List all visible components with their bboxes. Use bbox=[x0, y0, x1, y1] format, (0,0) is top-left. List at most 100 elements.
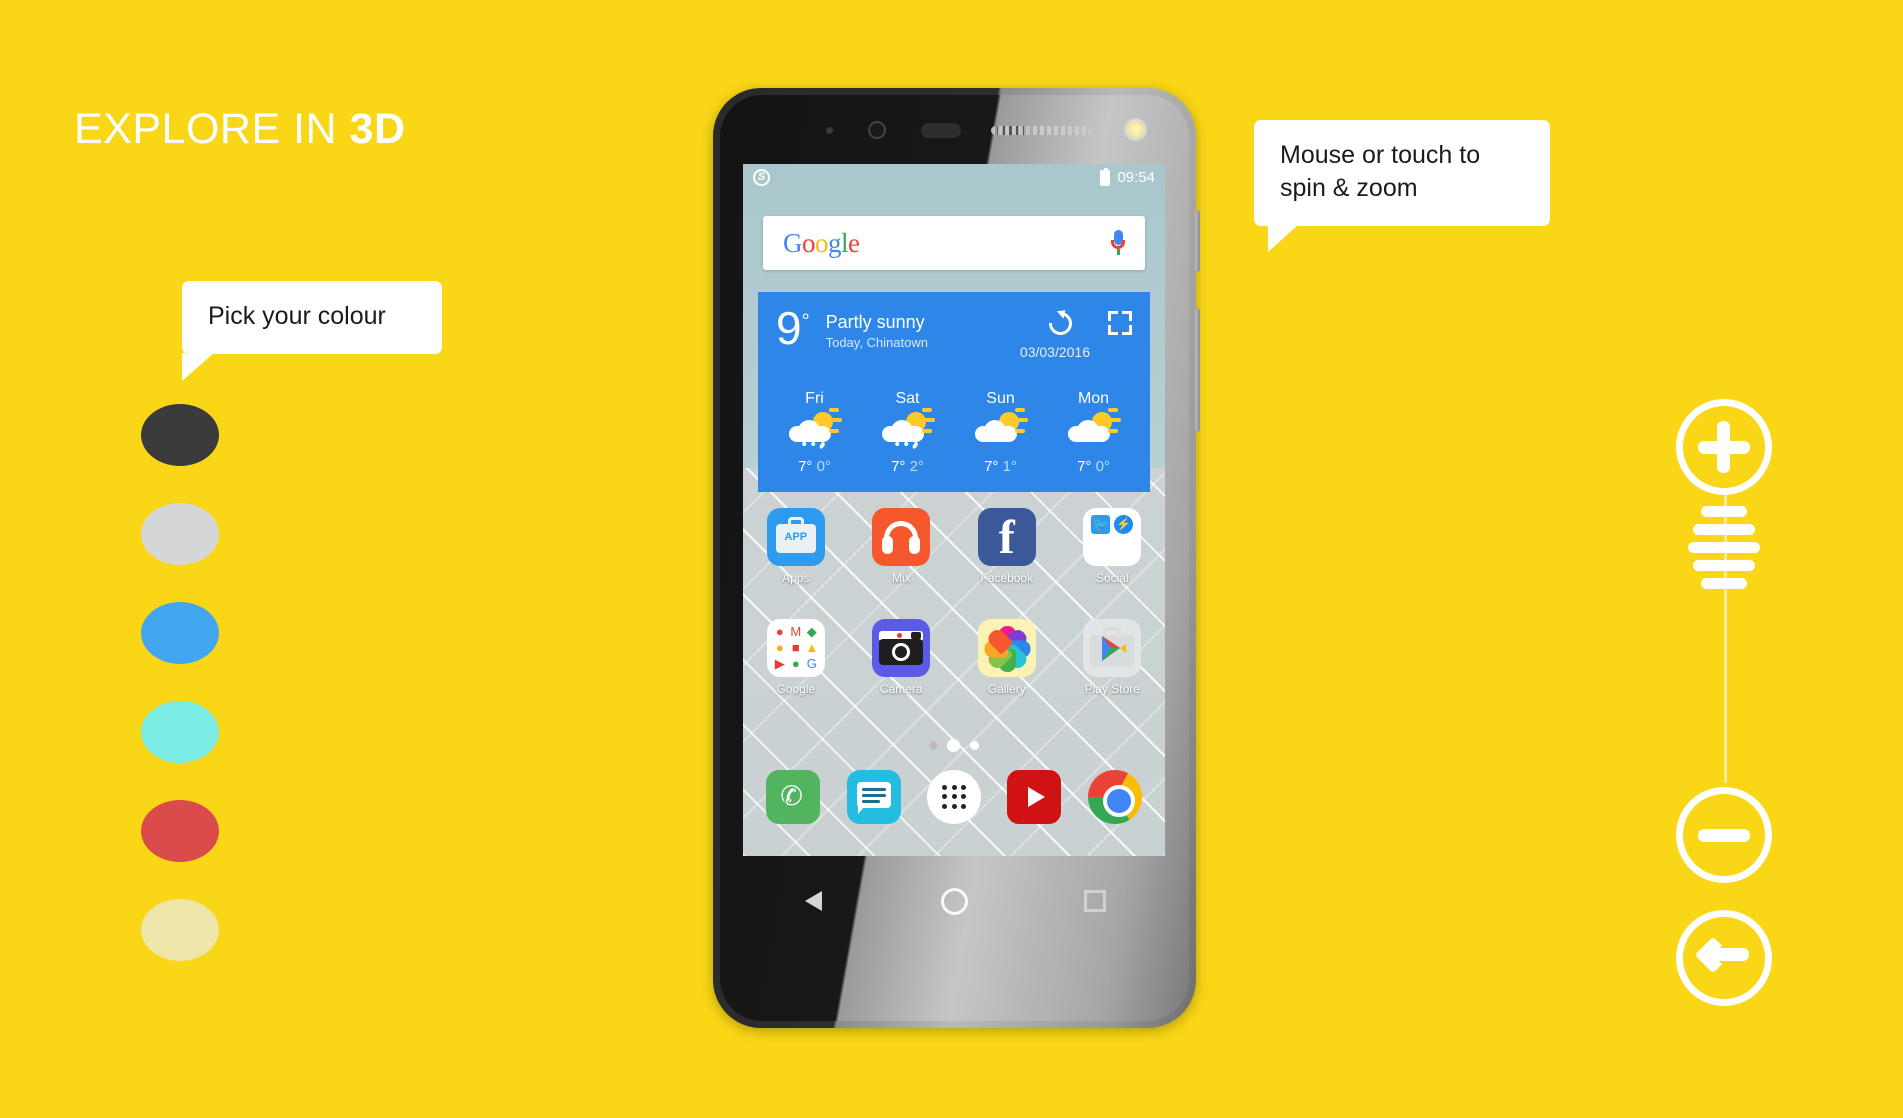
tooltip-tail bbox=[1268, 225, 1298, 252]
handle-bar bbox=[1693, 524, 1755, 535]
page-indicator bbox=[743, 739, 1165, 752]
weather-condition: Partly sunny bbox=[825, 312, 925, 332]
google-search-bar[interactable]: Google bbox=[763, 216, 1145, 270]
front-camera-icon bbox=[868, 121, 886, 139]
forecast-day[interactable]: Sat 7° 2° bbox=[861, 390, 954, 475]
app-drawer-icon bbox=[927, 770, 982, 824]
weather-forecast: Fri 7° 0° Sat 7° 2° Sun 7° 1° Mon 7° 0° bbox=[758, 384, 1150, 475]
messenger-icon: ⚡ bbox=[1114, 515, 1134, 534]
app-row-2: ● M ◆ ● ■ ▲ ▶ ● G Google Camera Gallery … bbox=[743, 619, 1165, 696]
proximity-sensor-icon bbox=[826, 127, 833, 134]
chrome-icon bbox=[1087, 770, 1142, 824]
weather-temperature: 9° bbox=[776, 302, 810, 354]
swatch-blue[interactable] bbox=[141, 602, 219, 664]
google-logo: Google bbox=[783, 227, 860, 258]
twitter-icon: 🐦 bbox=[1091, 515, 1111, 534]
youtube-icon bbox=[1007, 770, 1062, 824]
play-store-icon bbox=[1083, 619, 1142, 677]
gallery-pinwheel-icon bbox=[977, 619, 1036, 677]
tooltip-tail bbox=[182, 353, 214, 381]
nav-recents-button[interactable] bbox=[1024, 890, 1165, 912]
swatch-red[interactable] bbox=[141, 800, 219, 862]
weather-current: 9° Partly sunny Today, Chinatown 03/03/2… bbox=[758, 292, 1150, 384]
navigation-bar bbox=[743, 856, 1165, 946]
page-dot-diamond[interactable] bbox=[928, 740, 938, 751]
page-dot-inactive[interactable] bbox=[969, 741, 979, 750]
app-google-folder[interactable]: ● M ◆ ● ■ ▲ ▶ ● G Google bbox=[743, 619, 849, 696]
sensor-pill-icon bbox=[921, 123, 961, 138]
sun-cloud-rain-icon bbox=[768, 408, 861, 456]
status-bar-clock: 09:54 bbox=[1117, 169, 1155, 186]
dock-phone[interactable]: ✆ bbox=[753, 770, 833, 824]
microphone-icon[interactable] bbox=[1111, 230, 1125, 256]
dock: ✆ bbox=[743, 770, 1165, 824]
handle-bar bbox=[1688, 542, 1760, 553]
app-facebook[interactable]: f Facebook bbox=[954, 508, 1060, 585]
nav-home-button[interactable] bbox=[884, 887, 1025, 915]
tooltip-pick-colour-text: Pick your colour bbox=[208, 302, 386, 330]
swatch-cyan[interactable] bbox=[141, 701, 219, 763]
weather-widget[interactable]: 9° Partly sunny Today, Chinatown 03/03/2… bbox=[758, 292, 1150, 492]
dock-youtube[interactable] bbox=[994, 770, 1074, 824]
earpiece-speaker-grille bbox=[991, 126, 1091, 135]
colour-picker bbox=[141, 404, 219, 998]
zoom-slider-handle[interactable] bbox=[1674, 506, 1774, 589]
app-gallery[interactable]: Gallery bbox=[954, 619, 1060, 696]
nav-back-button[interactable] bbox=[743, 891, 884, 911]
app-mix[interactable]: Mix bbox=[849, 508, 955, 585]
notification-led-icon bbox=[1124, 118, 1147, 141]
facebook-icon: f bbox=[977, 508, 1036, 566]
tooltip-spin-line2: spin & zoom bbox=[1280, 174, 1418, 202]
page-title: EXPLORE IN 3D bbox=[74, 105, 406, 154]
status-bar: S 09:54 bbox=[743, 164, 1165, 191]
forecast-day[interactable]: Mon 7° 0° bbox=[1047, 390, 1140, 475]
expand-icon[interactable] bbox=[1108, 311, 1132, 335]
swatch-dark-grey[interactable] bbox=[141, 404, 219, 466]
social-folder-icon: 🐦 ⚡ bbox=[1083, 508, 1142, 566]
app-play-store[interactable]: Play Store bbox=[1060, 619, 1166, 696]
sun-cloud-rain-icon bbox=[861, 408, 954, 456]
refresh-icon[interactable] bbox=[1044, 306, 1077, 340]
forecast-day[interactable]: Sun 7° 1° bbox=[954, 390, 1047, 475]
phone-3d-model[interactable]: S 09:54 Google 9° Partly sunny Today, Ch… bbox=[713, 88, 1200, 1028]
tooltip-spin-zoom: Mouse or touch to spin & zoom bbox=[1254, 120, 1550, 252]
phone-power-button[interactable] bbox=[1195, 210, 1200, 272]
page-title-prefix: EXPLORE IN bbox=[74, 105, 350, 153]
page-dot-active[interactable] bbox=[946, 739, 960, 752]
swatch-cream[interactable] bbox=[141, 899, 219, 961]
sun-cloud-icon bbox=[954, 408, 1047, 456]
back-button[interactable] bbox=[1676, 910, 1772, 1006]
dock-messages[interactable] bbox=[833, 770, 913, 824]
phone-screen[interactable]: S 09:54 Google 9° Partly sunny Today, Ch… bbox=[743, 164, 1165, 856]
phone-top-bezel bbox=[713, 108, 1196, 154]
zoom-in-button[interactable] bbox=[1676, 399, 1772, 495]
sun-cloud-icon bbox=[1047, 408, 1140, 456]
viewer-controls bbox=[1676, 399, 1774, 1006]
forecast-day[interactable]: Fri 7° 0° bbox=[768, 390, 861, 475]
s-circle-icon: S bbox=[753, 169, 770, 186]
plus-icon-vertical bbox=[1717, 421, 1730, 473]
minus-icon bbox=[1698, 829, 1750, 842]
arrow-left-head bbox=[1694, 936, 1732, 974]
messages-icon bbox=[846, 770, 901, 824]
handle-bar bbox=[1701, 578, 1747, 589]
weather-date: 03/03/2016 bbox=[1019, 344, 1090, 360]
app-row-1: APP Apps Mix f Facebook 🐦 ⚡ Social bbox=[743, 508, 1165, 585]
page-title-bold: 3D bbox=[349, 105, 406, 153]
app-camera[interactable]: Camera bbox=[849, 619, 955, 696]
swatch-light-grey[interactable] bbox=[141, 503, 219, 565]
phone-icon: ✆ bbox=[766, 770, 821, 824]
tooltip-spin-line1: Mouse or touch to bbox=[1280, 141, 1481, 169]
status-bar-right: 09:54 bbox=[1100, 167, 1155, 186]
dock-chrome[interactable] bbox=[1075, 770, 1155, 824]
zoom-out-button[interactable] bbox=[1676, 787, 1772, 883]
weather-location: Today, Chinatown bbox=[825, 335, 928, 350]
app-social-folder[interactable]: 🐦 ⚡ Social bbox=[1060, 508, 1166, 585]
app-apps[interactable]: APP Apps bbox=[743, 508, 849, 585]
tooltip-pick-colour: Pick your colour bbox=[182, 281, 442, 381]
battery-icon bbox=[1100, 167, 1111, 186]
phone-volume-button[interactable] bbox=[1195, 308, 1200, 432]
headphones-icon bbox=[872, 508, 931, 566]
dock-app-drawer[interactable] bbox=[914, 770, 994, 824]
google-folder-icon: ● M ◆ ● ■ ▲ ▶ ● G bbox=[766, 619, 825, 677]
